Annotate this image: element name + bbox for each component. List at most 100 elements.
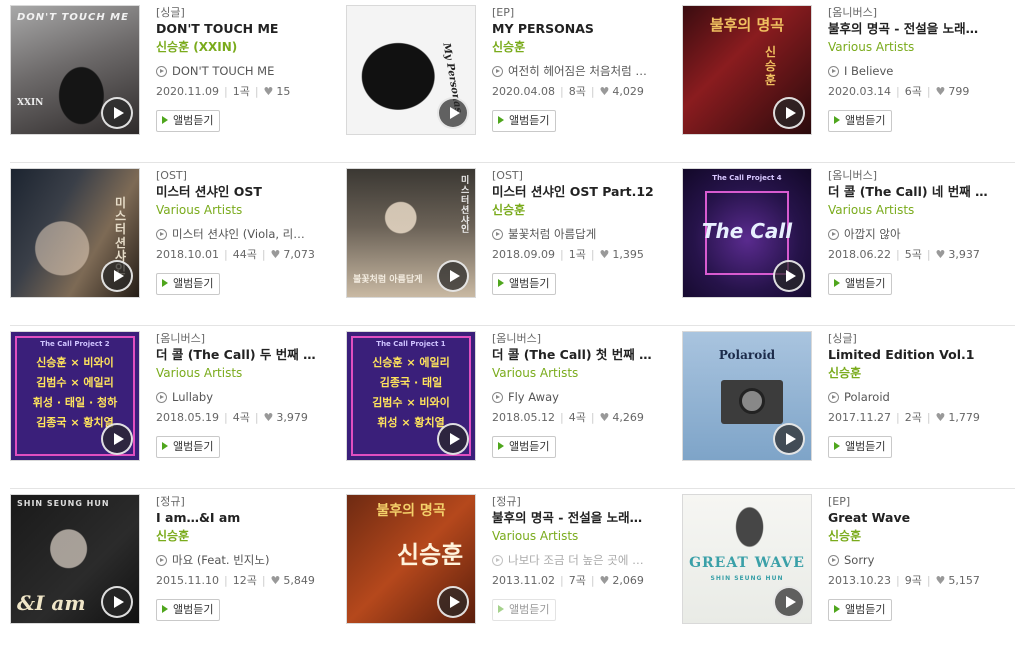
album-artist[interactable]: Various Artists — [492, 527, 682, 545]
album-title[interactable]: MY PERSONAS — [492, 20, 674, 38]
play-icon[interactable] — [437, 586, 469, 618]
album-title[interactable]: 더 콜 (The Call) 첫 번째 … — [492, 346, 674, 364]
heart-icon[interactable]: ♥ — [264, 411, 274, 424]
play-icon[interactable] — [437, 423, 469, 455]
title-track-name[interactable]: DON'T TOUCH ME — [172, 64, 274, 78]
title-track-name[interactable]: 미스터 션샤인 (Viola, 리… — [172, 227, 305, 241]
heart-icon[interactable]: ♥ — [271, 248, 281, 261]
play-icon[interactable] — [437, 260, 469, 292]
heart-icon[interactable]: ♥ — [264, 85, 274, 98]
title-track-name[interactable]: 아깝지 않아 — [844, 227, 901, 241]
track-play-icon[interactable] — [156, 229, 167, 240]
play-icon[interactable] — [101, 423, 133, 455]
album-cover[interactable]: Polaroid — [682, 331, 812, 461]
title-track[interactable]: 불꽃처럼 아름답게 — [492, 226, 674, 243]
title-track[interactable]: Lullaby — [156, 389, 338, 406]
listen-album-button[interactable]: 앨범듣기 — [828, 436, 893, 458]
play-icon[interactable] — [101, 586, 133, 618]
track-play-icon[interactable] — [156, 66, 167, 77]
title-track[interactable]: DON'T TOUCH ME — [156, 63, 338, 80]
album-artist[interactable]: 신승훈 — [828, 364, 1015, 382]
album-artist[interactable]: 신승훈 — [156, 527, 346, 545]
title-track-name[interactable]: 나보다 조금 더 높은 곳에 … — [508, 553, 644, 567]
track-play-icon[interactable] — [492, 66, 503, 77]
album-cover[interactable]: GREAT WAVE SHIN SEUNG HUN — [682, 494, 812, 624]
title-track[interactable]: 나보다 조금 더 높은 곳에 … — [492, 552, 674, 569]
album-cover[interactable]: 미스터 션샤인 — [10, 168, 140, 298]
album-title[interactable]: Great Wave — [828, 509, 1010, 527]
heart-icon[interactable]: ♥ — [600, 574, 610, 587]
album-artist[interactable]: 신승훈 — [828, 527, 1015, 545]
listen-album-button[interactable]: 앨범듣기 — [156, 436, 221, 458]
album-artist[interactable]: 신승훈 — [492, 38, 682, 56]
album-cover[interactable]: The Call Project 2 신승훈 × 비와이 김범수 × 에일리 휘… — [10, 331, 140, 461]
heart-icon[interactable]: ♥ — [936, 248, 946, 261]
title-track[interactable]: 마요 (Feat. 빈지노) — [156, 552, 338, 569]
track-play-icon[interactable] — [156, 555, 167, 566]
album-title[interactable]: 미스터 션샤인 OST Part.12 — [492, 183, 674, 201]
track-play-icon[interactable] — [492, 392, 503, 403]
album-artist[interactable]: Various Artists — [828, 201, 1015, 219]
album-title[interactable]: 미스터 션샤인 OST — [156, 183, 338, 201]
album-artist[interactable]: Various Artists — [156, 201, 346, 219]
listen-album-button[interactable]: 앨범듣기 — [156, 599, 221, 621]
album-title[interactable]: 더 콜 (The Call) 두 번째 … — [156, 346, 338, 364]
album-cover[interactable]: The Call Project 4 The Call — [682, 168, 812, 298]
listen-album-button[interactable]: 앨범듣기 — [492, 273, 557, 295]
album-artist[interactable]: Various Artists — [828, 38, 1015, 56]
listen-album-button[interactable]: 앨범듣기 — [492, 110, 557, 132]
title-track-name[interactable]: Fly Away — [508, 390, 559, 404]
album-cover[interactable]: 불후의 명곡 신승훈 — [682, 5, 812, 135]
album-artist[interactable]: Various Artists — [156, 364, 346, 382]
album-cover[interactable]: The Call Project 1 신승훈 × 에일리 김종국 · 태일 김범… — [346, 331, 476, 461]
title-track[interactable]: 여전히 헤어짐은 처음처럼 … — [492, 63, 674, 80]
heart-icon[interactable]: ♥ — [936, 574, 946, 587]
heart-icon[interactable]: ♥ — [600, 85, 610, 98]
title-track-name[interactable]: Polaroid — [844, 390, 890, 404]
album-title[interactable]: Limited Edition Vol.1 — [828, 346, 1010, 364]
play-icon[interactable] — [773, 423, 805, 455]
listen-album-button[interactable]: 앨범듣기 — [492, 436, 557, 458]
album-cover[interactable]: DON'T TOUCH ME XXIN — [10, 5, 140, 135]
title-track[interactable]: Polaroid — [828, 389, 1010, 406]
album-artist[interactable]: Various Artists — [492, 364, 682, 382]
track-play-icon[interactable] — [492, 229, 503, 240]
title-track-name[interactable]: 불꽃처럼 아름답게 — [508, 227, 596, 241]
track-play-icon[interactable] — [828, 66, 839, 77]
heart-icon[interactable]: ♥ — [600, 411, 610, 424]
album-title[interactable]: I am…&I am — [156, 509, 338, 527]
track-play-icon[interactable] — [828, 392, 839, 403]
title-track-name[interactable]: 여전히 헤어짐은 처음처럼 … — [508, 64, 647, 78]
title-track[interactable]: I Believe — [828, 63, 1010, 80]
title-track[interactable]: Fly Away — [492, 389, 674, 406]
listen-album-button[interactable]: 앨범듣기 — [828, 273, 893, 295]
heart-icon[interactable]: ♥ — [271, 574, 281, 587]
album-artist[interactable]: 신승훈 (XXIN) — [156, 38, 346, 56]
album-cover[interactable]: 불후의 명곡 신승훈 — [346, 494, 476, 624]
album-title[interactable]: 불후의 명곡 - 전설을 노래… — [492, 509, 674, 527]
play-icon[interactable] — [773, 260, 805, 292]
listen-album-button[interactable]: 앨범듣기 — [828, 110, 893, 132]
listen-album-button[interactable]: 앨범듣기 — [156, 110, 221, 132]
play-icon[interactable] — [437, 97, 469, 129]
play-icon[interactable] — [101, 260, 133, 292]
heart-icon[interactable]: ♥ — [936, 85, 946, 98]
album-cover[interactable]: 미스터 션샤인 불꽃처럼 아름답게 — [346, 168, 476, 298]
title-track[interactable]: 아깝지 않아 — [828, 226, 1010, 243]
album-artist[interactable]: 신승훈 — [492, 201, 682, 219]
listen-album-button[interactable]: 앨범듣기 — [156, 273, 221, 295]
album-title[interactable]: DON'T TOUCH ME — [156, 20, 338, 38]
title-track-name[interactable]: I Believe — [844, 64, 893, 78]
album-title[interactable]: 불후의 명곡 - 전설을 노래… — [828, 20, 1010, 38]
play-icon[interactable] — [773, 586, 805, 618]
title-track-name[interactable]: Sorry — [844, 553, 874, 567]
title-track[interactable]: 미스터 션샤인 (Viola, 리… — [156, 226, 338, 243]
heart-icon[interactable]: ♥ — [600, 248, 610, 261]
listen-album-button[interactable]: 앨범듣기 — [828, 599, 893, 621]
title-track-name[interactable]: 마요 (Feat. 빈지노) — [172, 553, 269, 567]
track-play-icon[interactable] — [828, 555, 839, 566]
listen-album-button[interactable]: 앨범듣기 — [492, 599, 557, 621]
track-play-icon[interactable] — [156, 392, 167, 403]
album-title[interactable]: 더 콜 (The Call) 네 번째 … — [828, 183, 1010, 201]
heart-icon[interactable]: ♥ — [936, 411, 946, 424]
